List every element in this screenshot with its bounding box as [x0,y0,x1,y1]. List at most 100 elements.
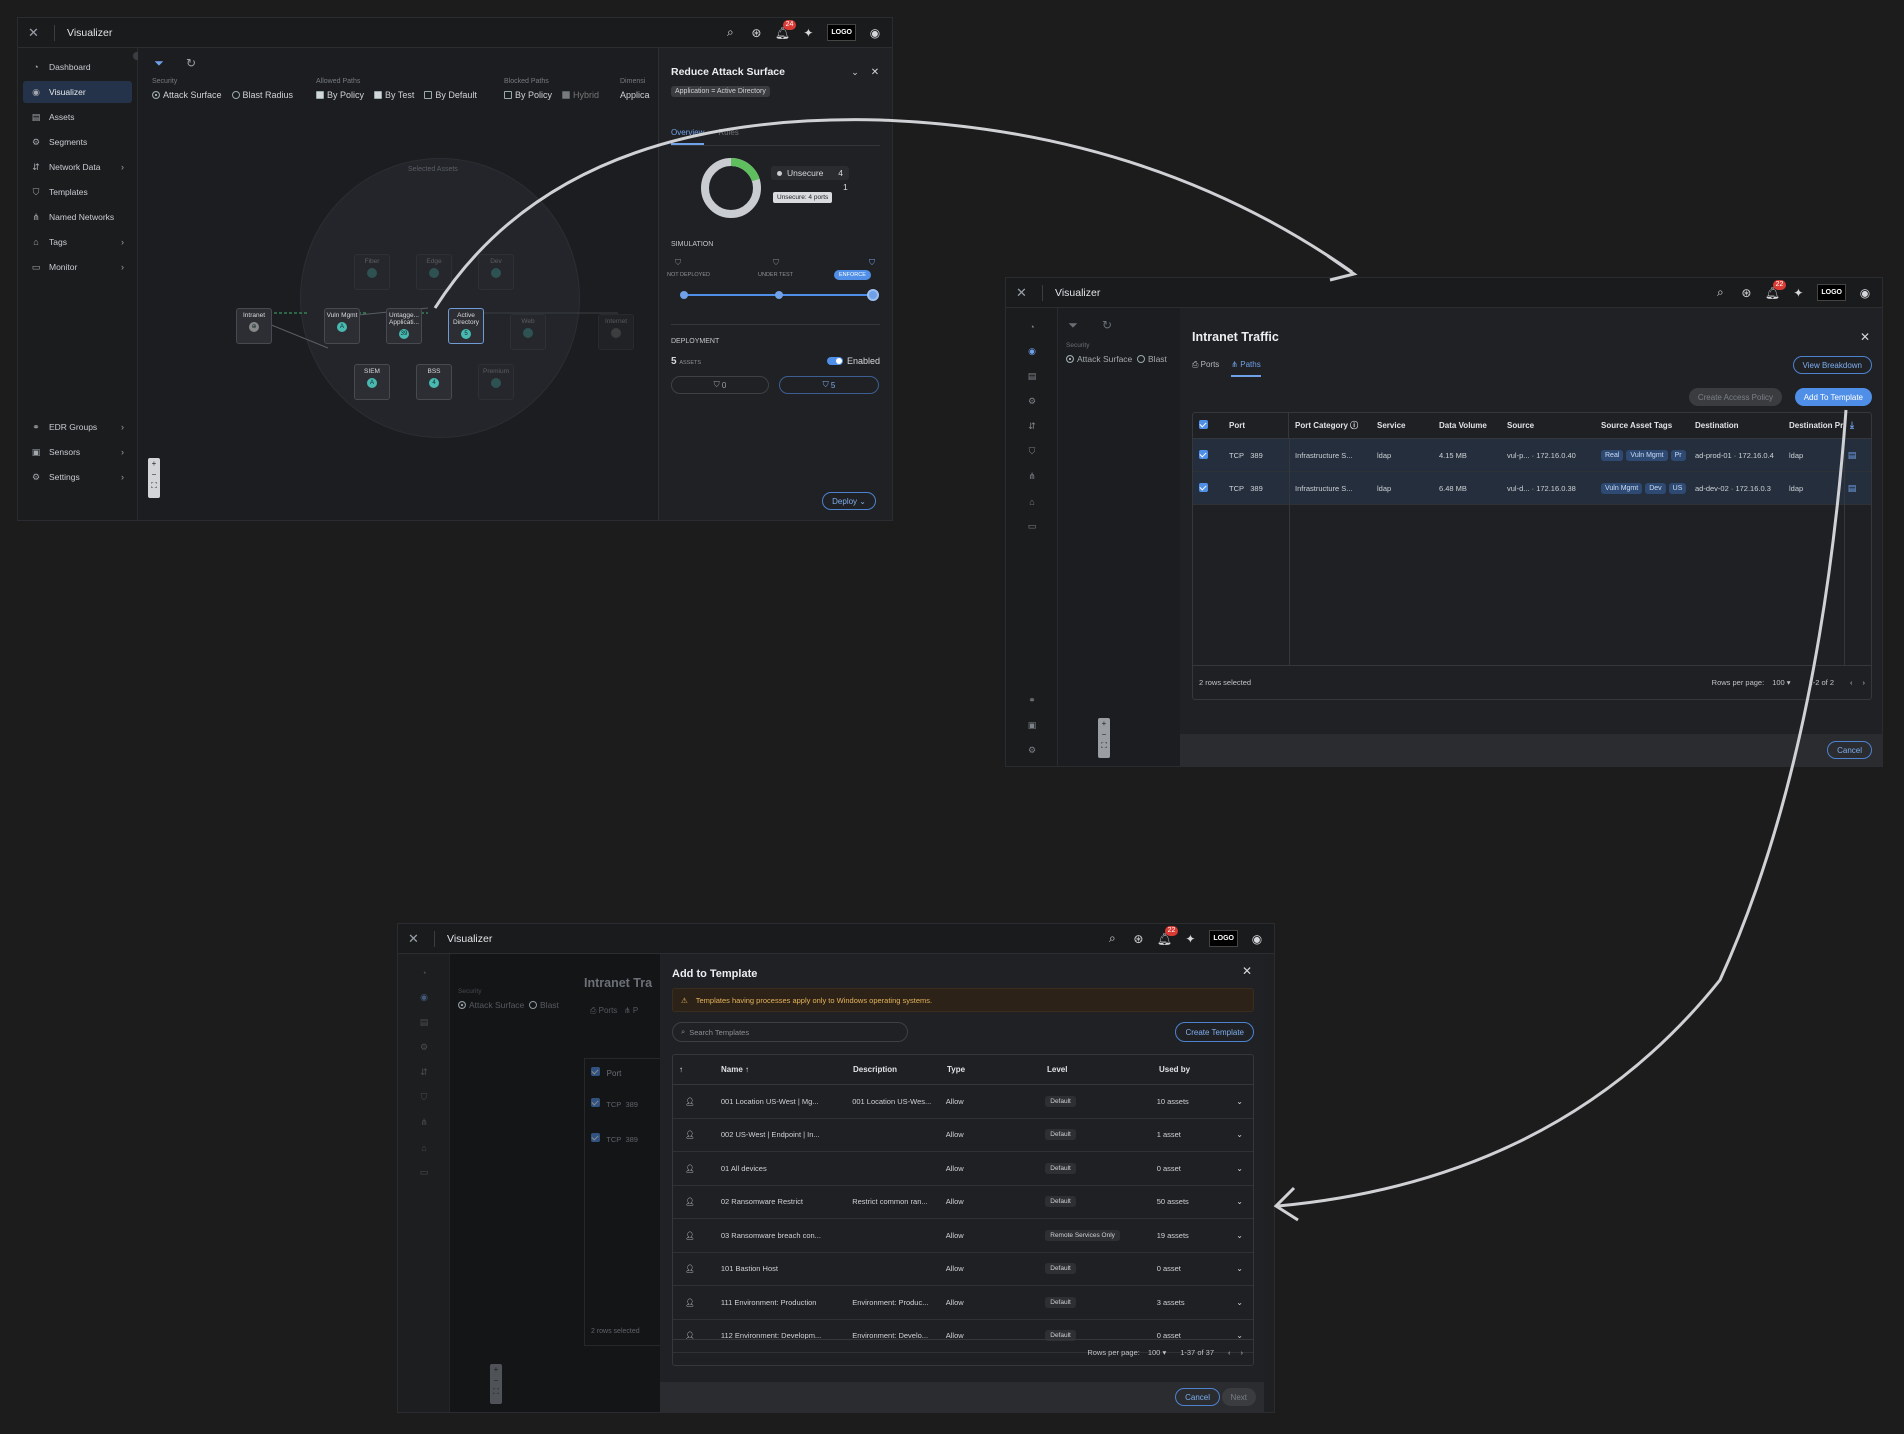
network-data-icon[interactable]: ⇵ [1006,414,1058,439]
close-icon[interactable]: ✕ [868,65,882,79]
monitor-icon[interactable]: ▭ [1006,514,1058,539]
bell-icon[interactable]: 🔔︎ 22 [1157,925,1179,946]
cancel-button[interactable]: Cancel [1827,741,1872,759]
sidebar-item-dashboard[interactable]: ◔ Dashboard [23,56,132,78]
assets-icon[interactable]: ▤ [1006,364,1058,389]
table-row[interactable]: 👤︎ 002 US-West | Endpoint | In... Allow Def… [673,1119,1253,1152]
chevron-down-icon[interactable]: ⌄ [1236,1164,1243,1173]
attack-surface-radio[interactable]: Attack Surface [152,90,222,100]
graph-node[interactable]: Edge [416,254,452,290]
col-port[interactable]: Port [1223,413,1289,438]
chevron-down-icon[interactable]: ⌄ [848,65,862,79]
chevron-down-icon[interactable]: ⌄ [1236,1264,1243,1273]
bell-icon[interactable]: 🔔︎ 24 [775,19,797,40]
rows-per-page-select[interactable]: 100 ▾ [1148,1348,1166,1357]
search-icon[interactable]: ⌕ [1105,931,1119,946]
user-icon[interactable]: ◉ [868,26,882,40]
sidebar-item-sensors[interactable]: ▣ Sensors › [23,441,132,463]
sidebar-item-visualizer[interactable]: ◉ Visualizer [23,81,132,103]
col-description[interactable]: Description [847,1065,941,1074]
col-destination-port[interactable]: Destination Pr [1783,421,1845,430]
sidebar-item-settings[interactable]: ⚙ Settings › [23,466,132,488]
sort-icon[interactable]: ↑ [673,1065,715,1074]
bell-icon[interactable]: 🔔︎ 22 [1765,279,1787,300]
simulation-slider[interactable] [680,289,879,301]
sidebar-item-assets[interactable]: ▤ Assets [23,106,132,128]
col-type[interactable]: Type [941,1065,1041,1074]
shield-icon[interactable]: ⛉ [1006,439,1058,464]
search-templates-input[interactable]: ⌕ Search Templates [672,1022,908,1042]
tab-rules[interactable]: Rules [718,128,738,145]
search-icon[interactable]: ⌕ [723,25,737,40]
sensors-icon[interactable]: ▣ [1006,713,1058,738]
next-page-icon[interactable]: › [1863,678,1866,687]
row-checkbox[interactable] [1199,482,1208,492]
graph-node[interactable]: Web [510,314,546,350]
tag-icon[interactable]: ⌂ [1006,489,1058,514]
tab-ports[interactable]: ⎙ Ports [1192,360,1219,377]
table-row[interactable]: 👤︎ 111 Environment: Production Environment… [673,1286,1253,1320]
sidebar-item-templates[interactable]: ⛉ Templates [23,181,132,203]
create-access-policy-button[interactable]: Create Access Policy [1688,388,1782,406]
sidebar-item-monitor[interactable]: ▭ Monitor › [23,256,132,278]
table-row[interactable]: TCP 389 Infrastructure S... ldap 6.48 MB vul… [1193,472,1871,505]
chevron-down-icon[interactable]: ⌄ [1236,1231,1243,1240]
sidebar-item-named-networks[interactable]: ⋔ Named Networks [23,206,132,228]
sidebar-item-tags[interactable]: ⌂ Tags › [23,231,132,253]
col-source[interactable]: Source [1501,421,1595,430]
sparkle-icon[interactable]: ✦ [801,26,815,40]
sidebar-item-network-data[interactable]: ⇵ Network Data › [23,156,132,178]
graph-node[interactable]: Dev [478,254,514,290]
col-data-volume[interactable]: Data Volume [1433,421,1501,430]
dimension-select[interactable]: Applica [620,90,650,100]
sidebar-item-segments[interactable]: ⚙ Segments [23,131,132,153]
graph-node[interactable]: Intranet ⊕ [236,308,272,344]
close-icon[interactable]: ✕ [1240,964,1254,978]
graph-node[interactable]: Fiber [354,254,390,290]
table-row[interactable]: 👤︎ 02 Ransomware Restrict Restrict common … [673,1186,1253,1219]
graph-node[interactable]: Premium [478,364,514,400]
chevron-down-icon[interactable]: ⌄ [1236,1097,1243,1106]
zoom-controls[interactable]: + − ⛶ [148,458,160,498]
sparkle-icon[interactable]: ✦ [1183,932,1197,946]
graph-node[interactable]: SIEM A [354,364,390,400]
chevron-down-icon[interactable]: ⌄ [1236,1130,1243,1139]
add-to-template-button[interactable]: Add To Template [1794,388,1872,406]
col-destination[interactable]: Destination [1689,421,1783,430]
user-icon[interactable]: ◉ [1858,286,1872,300]
edr-icon[interactable]: ⚭ [1006,688,1058,713]
chevron-down-icon[interactable]: ⌄ [1236,1298,1243,1307]
blast-radius-radio[interactable]: Blast Radius [231,90,293,100]
graph-node[interactable]: Active Directory 5 [448,308,484,344]
table-row[interactable]: 👤︎ 03 Ransomware breach con... Allow Remote… [673,1219,1253,1253]
enabled-toggle[interactable]: Enabled [826,356,880,366]
eye-icon[interactable]: ◉ [1006,339,1058,364]
prev-page-icon[interactable]: ‹ [1850,678,1853,687]
download-icon[interactable]: ⤓ [1845,419,1859,433]
col-port-category[interactable]: Port Category ⓘ [1289,420,1371,431]
user-icon[interactable]: ◉ [1250,932,1264,946]
enforced-count-box[interactable]: ⛉ 5 [779,376,879,394]
graph-node[interactable]: Internet [598,314,634,350]
not-deployed-count-box[interactable]: ⛉ 0 [671,376,769,394]
col-service[interactable]: Service [1371,421,1433,430]
graph-node[interactable]: BSS 4 [416,364,452,400]
close-icon[interactable]: ✕ [1858,330,1872,344]
table-row[interactable]: 👤︎ 01 All devices Allow Default 0 asset ⌄ [673,1152,1253,1186]
allowed-by-default-checkbox[interactable]: By Default [424,90,477,100]
rows-per-page-select[interactable]: 100 ▾ [1772,678,1790,687]
gear-icon[interactable]: ⚙ [1006,738,1058,763]
filter-icon[interactable]: ⏷ [152,56,166,70]
allowed-by-policy-checkbox[interactable]: By Policy [316,90,364,100]
table-row[interactable]: TCP 389 Infrastructure S... ldap 4.15 MB vul… [1193,439,1871,472]
col-source-asset-tags[interactable]: Source Asset Tags [1595,421,1689,430]
sidebar-item-edr-groups[interactable]: ⚭ EDR Groups › [23,416,132,438]
create-template-button[interactable]: Create Template [1175,1022,1254,1042]
table-row[interactable]: 👤︎ 101 Bastion Host Allow Default 0 asset ⌄ [673,1253,1253,1286]
col-level[interactable]: Level [1041,1065,1153,1074]
graph-node[interactable]: Untagge... Applicati... 39 [386,308,422,344]
col-name[interactable]: Name ↑ [715,1065,847,1074]
prev-page-icon[interactable]: ‹ [1228,1348,1231,1357]
refresh-icon[interactable]: ↻ [184,56,198,70]
chevron-down-icon[interactable]: ⌄ [1236,1197,1243,1206]
